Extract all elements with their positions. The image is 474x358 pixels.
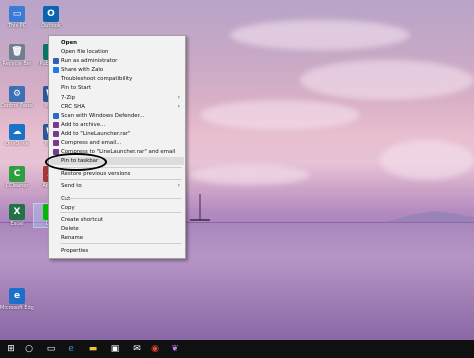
microsoft-edge-icon: e <box>9 288 25 304</box>
desktop-icon-excel[interactable]: X Excel <box>0 204 34 227</box>
menu-item-label: Rename <box>61 235 84 241</box>
menu-item-cut[interactable]: Cut <box>50 195 184 203</box>
wallpaper-cloud <box>230 20 410 50</box>
menu-item-copy[interactable]: Copy <box>50 204 184 212</box>
outlook-icon: O <box>43 6 59 22</box>
wallpaper-cloud <box>300 60 474 100</box>
desktop-icon-label: Outlook <box>41 23 61 29</box>
edge-icon[interactable]: e <box>64 343 78 355</box>
menu-item-open[interactable]: Open <box>50 39 184 47</box>
feather-icon[interactable]: ❦ <box>168 343 182 355</box>
menu-separator <box>60 198 182 199</box>
store-icon[interactable]: ▣ <box>108 343 122 355</box>
menu-item-compress-and-email[interactable]: Compress and email... <box>50 139 184 147</box>
menu-item-add-to-archive[interactable]: Add to archive... <box>50 121 184 129</box>
sailboat <box>190 194 210 221</box>
menu-item-label: Properties <box>61 248 89 254</box>
menu-item-label: Add to "LineLauncher.rar" <box>61 131 131 137</box>
desktop-icon-label: CCleaner <box>5 183 29 189</box>
menu-item-run-as-administrator[interactable]: Run as administrator <box>50 57 184 65</box>
menu-item-delete[interactable]: Delete <box>50 225 184 233</box>
defender-icon <box>53 113 59 119</box>
ccleaner-icon: C <box>9 166 25 182</box>
menu-item-label: Share with Zalo <box>61 67 104 73</box>
mail-icon[interactable]: ✉ <box>130 343 144 355</box>
onedrive-icon: ☁ <box>9 124 25 140</box>
desktop-icon-label: Recycle Bin <box>2 61 32 67</box>
menu-item-label: Scan with Windows Defender... <box>61 113 145 119</box>
menu-item-create-shortcut[interactable]: Create shortcut <box>50 216 184 224</box>
menu-separator <box>60 179 182 180</box>
desktop-icon-onedrive[interactable]: ☁ OneDrive <box>0 124 34 147</box>
menu-item-label: Compress and email... <box>61 140 122 146</box>
menu-item-label: Delete <box>61 226 79 232</box>
menu-item-label: Troubleshoot compatibility <box>61 76 133 82</box>
menu-item-share-with-zalo[interactable]: Share with Zalo <box>50 66 184 74</box>
menu-item-scan-with-windows-defender[interactable]: Scan with Windows Defender... <box>50 112 184 120</box>
chevron-right-icon: › <box>177 103 180 110</box>
menu-item-send-to[interactable]: Send to › <box>50 182 184 190</box>
search-button[interactable]: ○ <box>22 343 36 355</box>
menu-item-label: Run as administrator <box>61 58 118 64</box>
desktop-icon-ccleaner[interactable]: C CCleaner <box>0 166 34 189</box>
menu-item-crc-sha[interactable]: CRC SHA › <box>50 103 184 111</box>
desktop-icon-label: Control Panel <box>0 103 34 109</box>
task-view-button[interactable]: ▭ <box>44 343 58 355</box>
annotation-circle <box>45 153 107 171</box>
desktop-icon-control-panel[interactable]: ⚙ Control Panel <box>0 86 34 109</box>
menu-item-label: Add to archive... <box>61 122 106 128</box>
menu-item-restore-previous-versions[interactable]: Restore previous versions <box>50 170 184 178</box>
recycle-bin-icon: 🗑 <box>9 44 25 60</box>
control-panel-icon: ⚙ <box>9 86 25 102</box>
desktop-icon-label: Microsoft Edge <box>0 305 34 311</box>
desktop-icon-outlook[interactable]: O Outlook <box>34 6 68 29</box>
chrome-icon[interactable]: ◉ <box>148 343 162 355</box>
shield-icon <box>53 58 59 64</box>
wallpaper-cloud <box>380 140 474 180</box>
menu-item-label: Copy <box>61 205 75 211</box>
menu-item-label: Restore previous versions <box>61 171 131 177</box>
desktop-icon-microsoft-edge[interactable]: e Microsoft Edge <box>0 288 34 311</box>
menu-separator <box>60 212 182 213</box>
menu-item-pin-to-start[interactable]: Pin to Start <box>50 84 184 92</box>
menu-item-label: Create shortcut <box>61 217 103 223</box>
desktop-icon-recycle-bin[interactable]: 🗑 Recycle Bin <box>0 44 34 67</box>
menu-separator <box>60 243 182 244</box>
chevron-right-icon: › <box>177 182 180 189</box>
this-pc-icon: ▭ <box>9 6 25 22</box>
menu-item-add-to-linelauncher-rar[interactable]: Add to "LineLauncher.rar" <box>50 130 184 138</box>
menu-item-7-zip[interactable]: 7-Zip › <box>50 94 184 102</box>
desktop-icon-label: OneDrive <box>5 141 29 147</box>
winrar-icon <box>53 122 59 128</box>
excel-icon: X <box>9 204 25 220</box>
menu-item-label: Cut <box>61 196 71 202</box>
wallpaper-cloud <box>190 165 310 185</box>
desktop-icon-label: This PC <box>7 23 27 29</box>
context-menu: Open Open file location Run as administrat… <box>48 35 186 259</box>
menu-item-label: Pin to Start <box>61 85 92 91</box>
desktop-icon-label: Excel <box>10 221 24 227</box>
menu-item-troubleshoot-compatibility[interactable]: Troubleshoot compatibility <box>50 75 184 83</box>
start-button[interactable]: ⊞ <box>4 343 18 355</box>
desktop-icon-this-pc[interactable]: ▭ This PC <box>0 6 34 29</box>
menu-item-label: Open <box>61 40 77 46</box>
menu-item-label: 7-Zip <box>61 95 75 101</box>
zalo-icon <box>53 67 59 73</box>
menu-item-label: Send to <box>61 183 82 189</box>
menu-item-label: Open file location <box>61 49 109 55</box>
distant-island <box>385 211 474 222</box>
winrar-icon <box>53 131 59 137</box>
menu-item-properties[interactable]: Properties <box>50 247 184 255</box>
menu-item-label: CRC SHA <box>61 104 85 110</box>
winrar-icon <box>53 140 59 146</box>
menu-item-open-file-location[interactable]: Open file location <box>50 48 184 56</box>
wallpaper-cloud <box>200 100 360 130</box>
taskbar: ⊞ ○ ▭ e ▬ ▣ ✉ ◉ ❦ <box>0 340 474 358</box>
chevron-right-icon: › <box>177 94 180 101</box>
menu-item-rename[interactable]: Rename <box>50 234 184 242</box>
file-explorer-icon[interactable]: ▬ <box>86 343 100 355</box>
